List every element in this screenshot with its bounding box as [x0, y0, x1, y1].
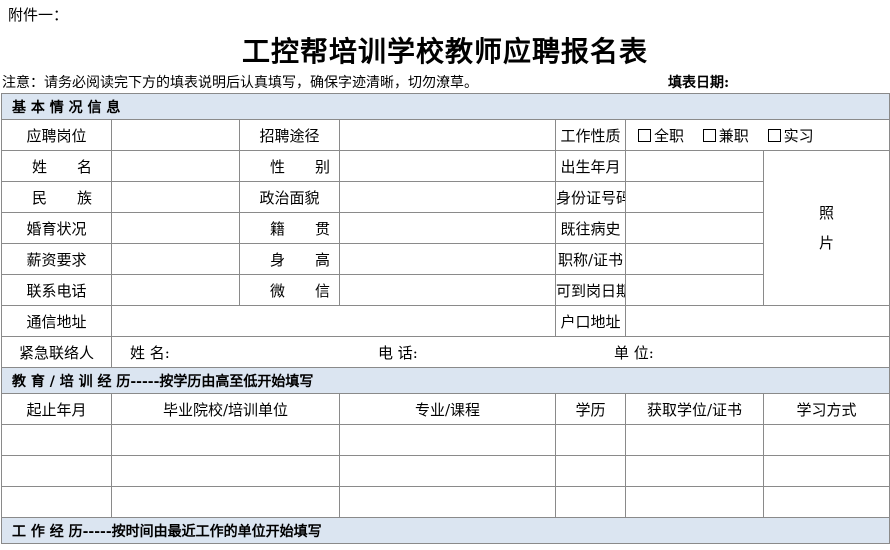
edu-header-period: 起止年月	[1, 393, 112, 425]
label-political: 政治面貌	[239, 181, 340, 213]
option-parttime[interactable]: 兼职	[702, 125, 749, 146]
field-birth[interactable]	[625, 150, 764, 182]
edu-row	[1, 486, 890, 518]
photo-label-2: 片	[819, 234, 835, 252]
label-address: 通信地址	[1, 305, 112, 337]
edu-cell[interactable]	[111, 455, 340, 487]
edu-cell[interactable]	[762, 424, 890, 456]
label-work-nature: 工作性质	[555, 119, 626, 151]
edu-cell[interactable]	[555, 424, 626, 456]
attachment-label: 附件一：	[8, 6, 69, 24]
checkbox-icon[interactable]	[638, 128, 651, 142]
checkbox-icon[interactable]	[767, 128, 781, 142]
section-work-experience: 工 作 经 历-----按时间由最近工作的单位开始填写	[0, 517, 890, 544]
edu-header-major: 专业/课程	[339, 393, 556, 425]
field-name[interactable]	[111, 150, 240, 182]
edu-cell[interactable]	[625, 455, 764, 487]
edu-cell[interactable]	[339, 424, 556, 456]
edu-cell[interactable]	[1, 455, 112, 487]
edu-cell[interactable]	[339, 486, 556, 518]
edu-cell[interactable]	[555, 486, 626, 518]
edu-cell[interactable]	[555, 455, 626, 487]
edu-header-degree: 学历	[555, 393, 626, 425]
field-phone[interactable]	[111, 274, 240, 306]
label-birth: 出生年月	[555, 150, 626, 182]
label-name: 姓名	[1, 150, 112, 182]
edu-row	[1, 424, 890, 456]
edu-header-study-mode: 学习方式	[762, 393, 890, 425]
section-education: 教 育 / 培 训 经 历-----按学历由高至低开始填写	[0, 367, 890, 394]
field-marital[interactable]	[111, 212, 240, 244]
label-hukou: 户口地址	[555, 305, 626, 337]
photo-label-1: 照	[819, 204, 835, 222]
edu-header-school: 毕业院校/培训单位	[111, 393, 340, 425]
edu-header-certificate: 获取学位/证书	[625, 393, 764, 425]
label-origin: 籍贯	[239, 212, 340, 244]
field-hukou[interactable]	[624, 305, 890, 337]
edu-cell[interactable]	[762, 455, 890, 487]
work-nature-options: 全职 兼职 实习	[624, 119, 890, 151]
edu-cell[interactable]	[625, 486, 764, 518]
edu-cell[interactable]	[1, 424, 112, 456]
field-wechat[interactable]	[339, 274, 556, 306]
emergency-unit-label: 单 位:	[614, 343, 654, 362]
label-phone: 联系电话	[1, 274, 112, 306]
label-position: 应聘岗位	[1, 119, 112, 151]
label-height: 身高	[239, 243, 340, 275]
edu-cell[interactable]	[762, 486, 890, 518]
option-fulltime[interactable]: 全职	[638, 125, 684, 146]
field-medical[interactable]	[625, 212, 764, 244]
field-salary[interactable]	[111, 243, 240, 275]
field-channel[interactable]	[339, 119, 556, 151]
edu-cell[interactable]	[625, 424, 764, 456]
label-ethnicity: 民族	[1, 181, 112, 213]
edu-cell[interactable]	[111, 486, 340, 518]
field-origin[interactable]	[339, 212, 556, 244]
field-id-number[interactable]	[625, 181, 764, 213]
field-political[interactable]	[339, 181, 556, 213]
application-form-table: 基 本 情 况 信 息 应聘岗位 招聘途径 工作性质 全职 兼职 实习 姓名 性…	[0, 93, 890, 544]
checkbox-icon[interactable]	[702, 128, 716, 142]
label-gender: 性别	[239, 150, 340, 182]
field-gender[interactable]	[339, 150, 556, 182]
field-position[interactable]	[111, 119, 240, 151]
edu-cell[interactable]	[1, 486, 112, 518]
label-start-date: 可到岗日期	[555, 274, 626, 306]
emergency-name-label: 姓 名:	[130, 343, 170, 362]
form-title: 工控帮培训学校教师应聘报名表	[241, 35, 648, 68]
label-emergency: 紧急联络人	[1, 336, 112, 368]
field-height[interactable]	[339, 243, 556, 275]
label-id-number: 身份证号码	[555, 181, 626, 213]
section-basic-info: 基 本 情 况 信 息	[0, 93, 890, 120]
fill-notice: 注意：请务必阅读完下方的填表说明后认真填写，确保字迹清晰，切勿潦草。	[2, 75, 478, 91]
edu-row	[1, 455, 890, 487]
field-ethnicity[interactable]	[111, 181, 240, 213]
edu-cell[interactable]	[339, 455, 556, 487]
edu-cell[interactable]	[111, 424, 340, 456]
field-address[interactable]	[111, 305, 556, 337]
label-salary: 薪资要求	[1, 243, 112, 275]
field-title-cert[interactable]	[625, 243, 764, 275]
emergency-phone-label: 电 话:	[378, 343, 418, 362]
label-medical: 既往病史	[555, 212, 626, 244]
option-intern[interactable]: 实习	[767, 125, 814, 146]
label-marital: 婚育状况	[1, 212, 112, 244]
label-title-cert: 职称/证书	[555, 243, 626, 275]
photo-box[interactable]: 照 片	[762, 150, 890, 306]
label-channel: 招聘途径	[239, 119, 340, 151]
fill-date-label: 填表日期:	[668, 75, 730, 91]
label-wechat: 微信	[239, 274, 340, 306]
field-start-date[interactable]	[625, 274, 764, 306]
emergency-contact-row[interactable]: 姓 名: 电 话: 单 位:	[110, 336, 890, 368]
